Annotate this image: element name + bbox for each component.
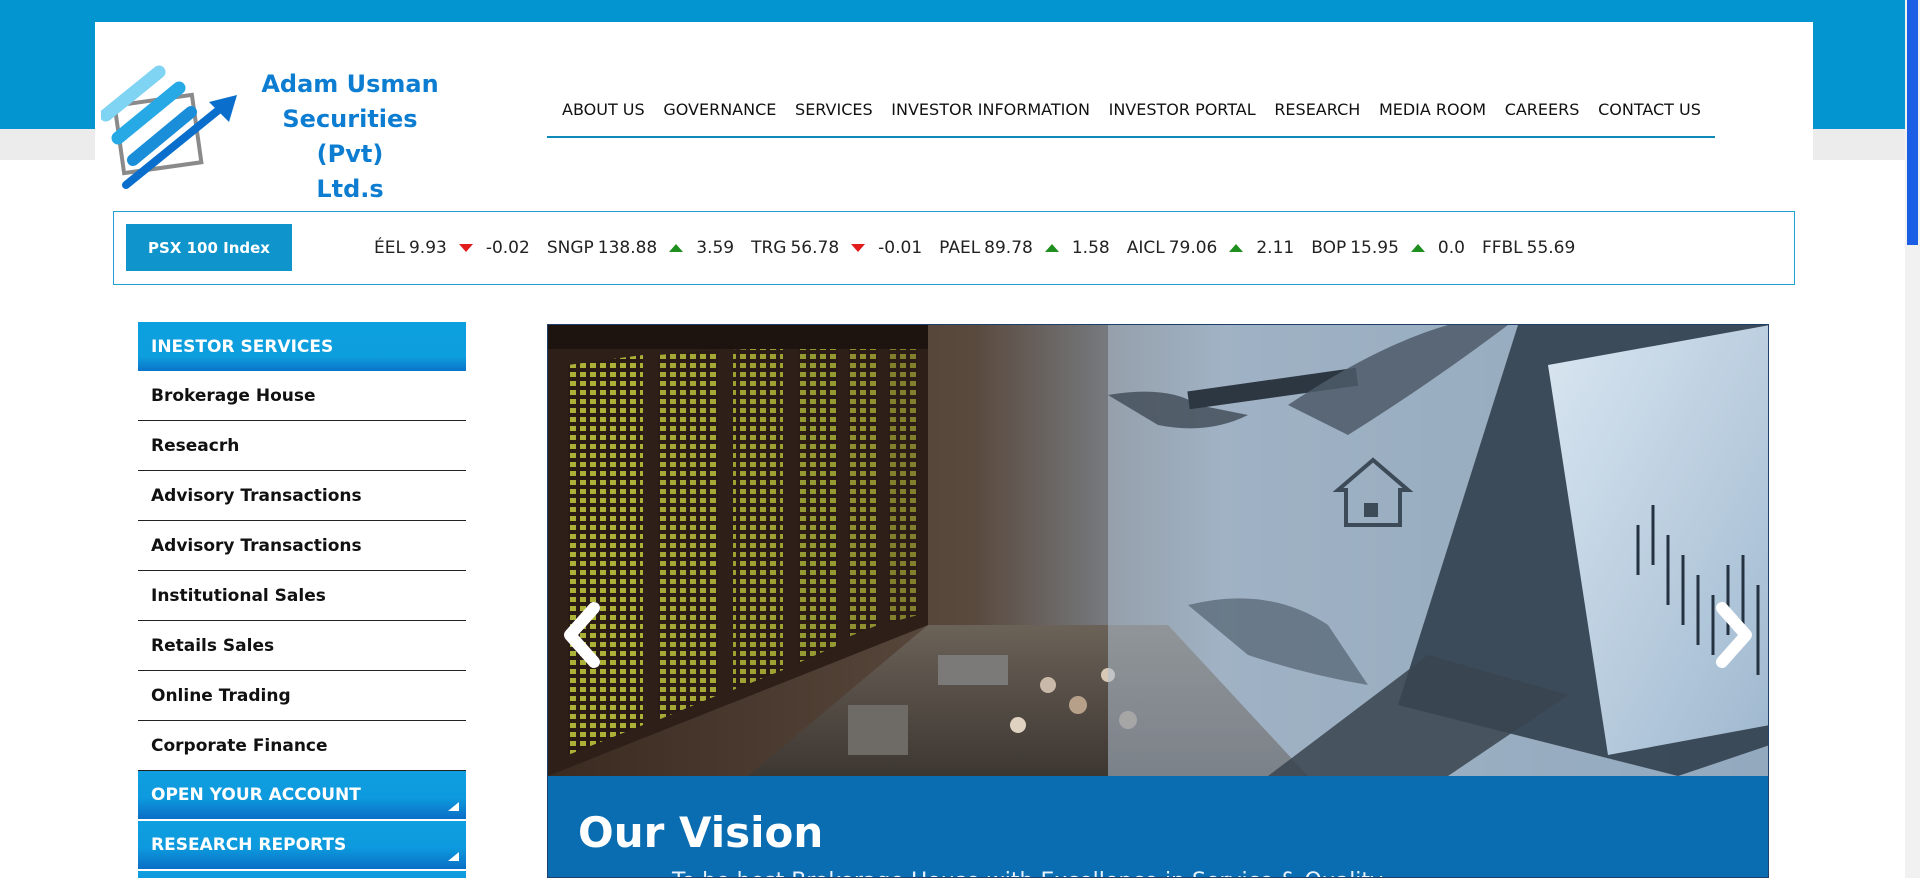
ticker-price: 9.93: [408, 238, 447, 258]
ticker-index-button[interactable]: PSX 100 Index: [126, 224, 292, 271]
sidebar-next-button[interactable]: [138, 871, 466, 878]
research-reports-label: RESEARCH REPORTS: [151, 835, 347, 855]
slide-subtitle: To be best Brokerage House with Excellen…: [672, 869, 1383, 877]
up-arrow-icon: [1410, 244, 1425, 252]
nav-governance[interactable]: GOVERNANCE: [663, 100, 776, 119]
chevron-left-icon[interactable]: [556, 590, 610, 680]
sidebar-item-advisory-transactions[interactable]: Advisory Transactions: [138, 471, 466, 521]
open-your-account-button[interactable]: OPEN YOUR ACCOUNT: [138, 771, 466, 821]
ticker-symbol: AICL: [1126, 238, 1165, 258]
ticker-price: 56.78: [790, 238, 840, 258]
company-name-line-2: Securities (Pvt): [282, 105, 418, 168]
ticker-change: 3.59: [696, 238, 735, 258]
main-navigation: ABOUT US GOVERNANCE SERVICES INVESTOR IN…: [547, 82, 1715, 138]
ticker-change: -0.02: [485, 238, 530, 258]
sidebar-item-advisory-transactions-2[interactable]: Advisory Transactions: [138, 521, 466, 571]
down-arrow-icon: [851, 244, 866, 252]
research-reports-button[interactable]: RESEARCH REPORTS: [138, 821, 466, 871]
nav-media-room[interactable]: MEDIA ROOM: [1379, 100, 1486, 119]
company-name-line-1: Adam Usman: [261, 70, 439, 98]
sidebar-item-brokerage-house[interactable]: Brokerage House: [138, 371, 466, 421]
slide-title: Our Vision: [578, 808, 824, 857]
ticker-change: 2.11: [1256, 238, 1295, 258]
ticker-change: 0.0: [1437, 238, 1465, 258]
ticker-item: ÉEL 9.93 -0.02: [374, 238, 530, 258]
corner-arrow-icon: [448, 852, 459, 861]
ticker-symbol: FFBL: [1481, 238, 1523, 258]
corner-arrow-icon: [448, 802, 459, 811]
ticker-symbol: BOP: [1311, 238, 1347, 258]
ticker-symbol: SNGP: [546, 238, 594, 258]
ticker-price: 15.95: [1350, 238, 1399, 258]
nav-research[interactable]: RESEARCH: [1274, 100, 1360, 119]
nav-services[interactable]: SERVICES: [795, 100, 873, 119]
up-arrow-icon: [1044, 244, 1059, 252]
nav-investor-information[interactable]: INVESTOR INFORMATION: [891, 100, 1090, 119]
ticker-symbol: TRG: [751, 238, 787, 258]
investor-services-sidebar: INESTOR SERVICES Brokerage House Reseacr…: [138, 322, 466, 878]
slide-image: [548, 325, 1768, 776]
ticker-symbol: ÉEL: [374, 238, 405, 258]
ticker-change: -0.01: [878, 238, 923, 258]
sidebar-item-corporate-finance[interactable]: Corporate Finance: [138, 721, 466, 771]
ticker-item: TRG 56.78 -0.01: [751, 238, 922, 258]
ticker-item: PAEL 89.78 1.58: [939, 238, 1110, 258]
sidebar-item-research[interactable]: Reseacrh: [138, 421, 466, 471]
sidebar-item-institutional-sales[interactable]: Institutional Sales: [138, 571, 466, 621]
company-logo-icon[interactable]: [101, 60, 241, 190]
up-arrow-icon: [669, 244, 684, 252]
page-scrollbar[interactable]: [1905, 0, 1920, 878]
ticker-change: 1.58: [1071, 238, 1110, 258]
nav-careers[interactable]: CAREERS: [1505, 100, 1580, 119]
slide-caption: Our Vision To be best Brokerage House wi…: [548, 776, 1768, 877]
nav-about-us[interactable]: ABOUT US: [562, 100, 645, 119]
ticker-item: FFBL 55.69: [1482, 238, 1575, 258]
ticker-price: 138.88: [597, 238, 658, 258]
nav-contact-us[interactable]: CONTACT US: [1598, 100, 1701, 119]
ticker-item: AICL 79.06 2.11: [1127, 238, 1295, 258]
sidebar-header: INESTOR SERVICES: [138, 322, 466, 371]
ticker-price: 89.78: [984, 238, 1033, 258]
ticker-item: SNGP 138.88 3.59: [547, 238, 734, 258]
sidebar-item-retails-sales[interactable]: Retails Sales: [138, 621, 466, 671]
sidebar-item-online-trading[interactable]: Online Trading: [138, 671, 466, 721]
company-name[interactable]: Adam Usman Securities (Pvt) Ltd.s: [250, 67, 450, 207]
ticker-symbol: PAEL: [939, 238, 981, 258]
ticker-price: 55.69: [1526, 238, 1576, 258]
down-arrow-icon: [458, 244, 473, 252]
company-name-line-3: Ltd.s: [316, 175, 384, 203]
ticker-item: BOP 15.95 0.0: [1311, 238, 1465, 258]
up-arrow-icon: [1229, 244, 1244, 252]
ticker-track: ÉEL 9.93 -0.02 SNGP 138.88 3.59 TRG 56.7…: [374, 212, 1592, 284]
stock-ticker: PSX 100 Index ÉEL 9.93 -0.02 SNGP 138.88…: [113, 211, 1795, 285]
chevron-right-icon[interactable]: [1706, 590, 1760, 680]
scrollbar-thumb[interactable]: [1907, 0, 1918, 245]
open-your-account-label: OPEN YOUR ACCOUNT: [151, 785, 361, 805]
hero-slider: Our Vision To be best Brokerage House wi…: [547, 324, 1769, 878]
ticker-price: 79.06: [1168, 238, 1218, 258]
nav-investor-portal[interactable]: INVESTOR PORTAL: [1109, 100, 1256, 119]
